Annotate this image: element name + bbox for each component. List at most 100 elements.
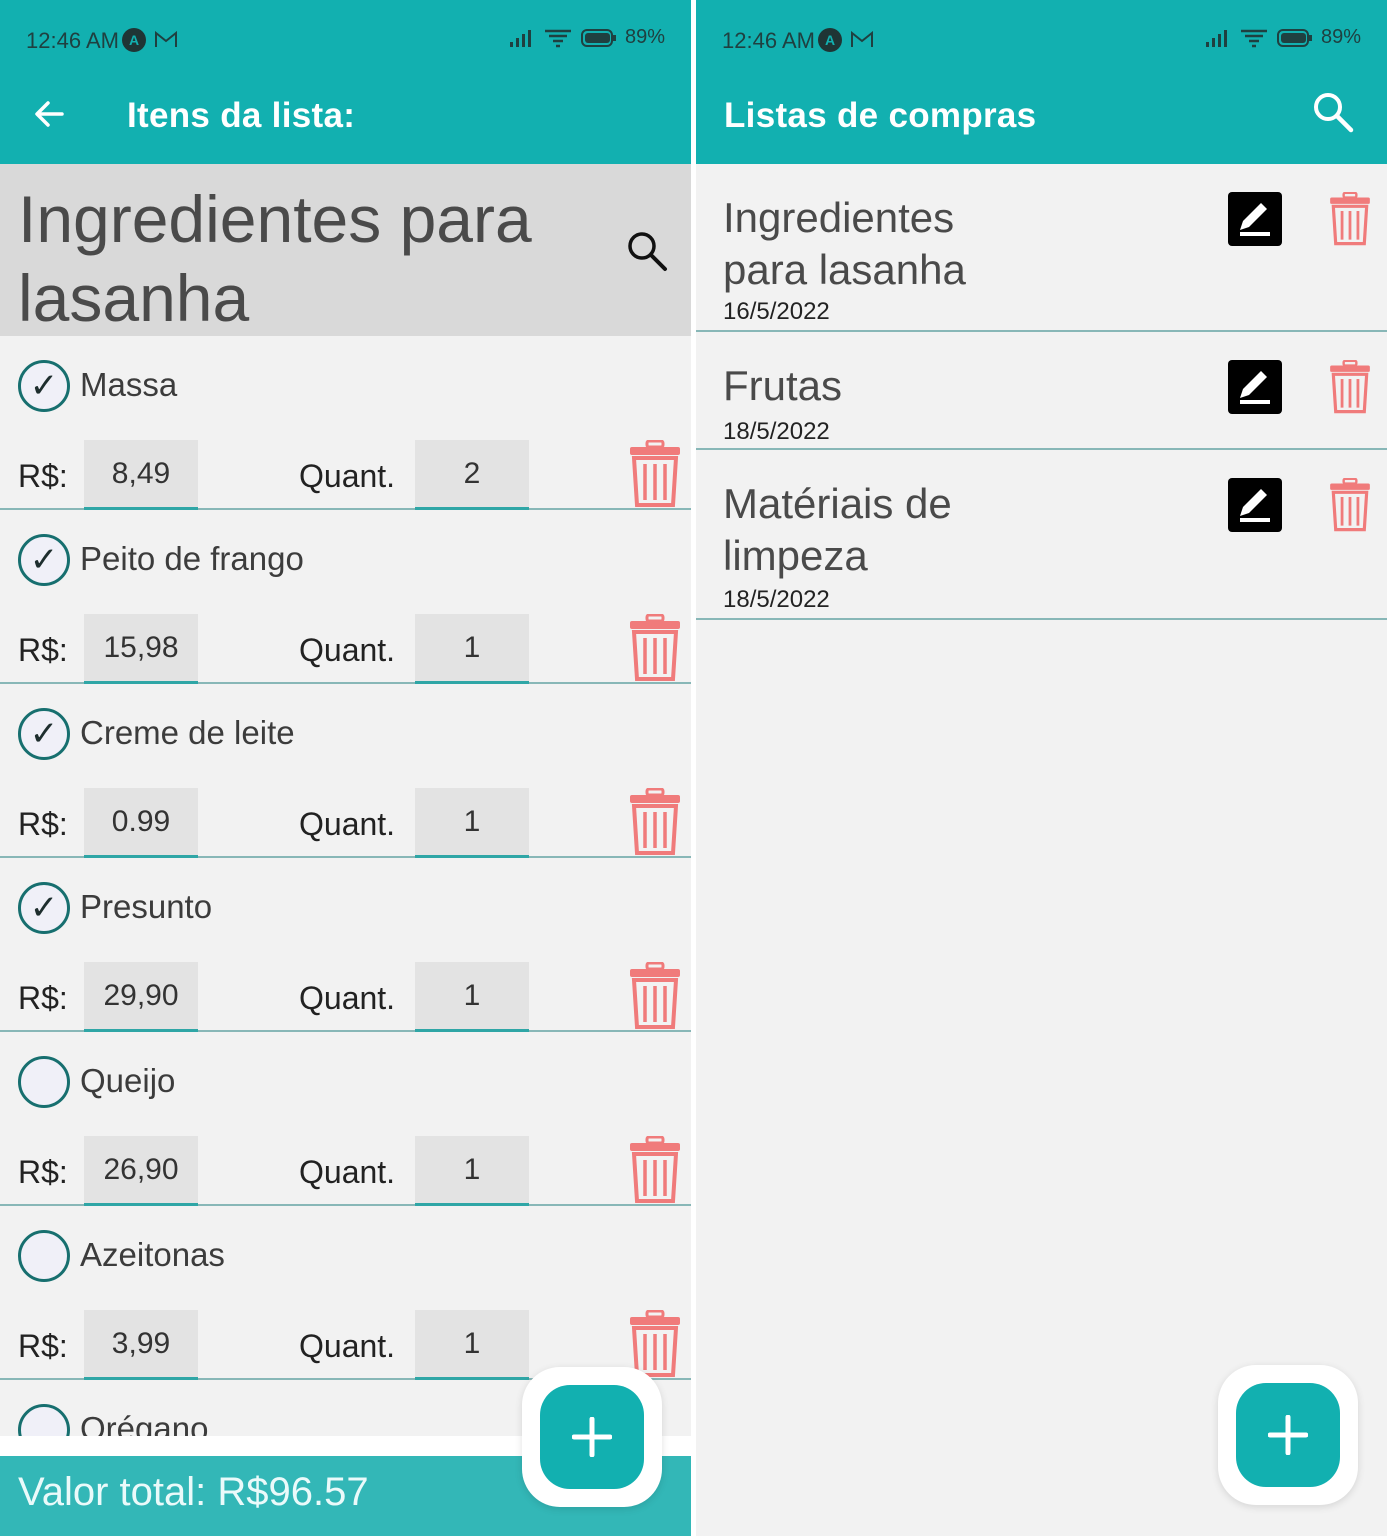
list-name: Frutas (723, 362, 843, 409)
signal-icon (509, 29, 531, 47)
edit-icon (1240, 203, 1270, 236)
wifi-icon (544, 29, 571, 47)
trash-icon (630, 1309, 680, 1377)
wifi-icon (1240, 29, 1267, 47)
trash-icon (630, 961, 680, 1029)
check-toggle[interactable]: ✓ (18, 882, 70, 934)
list-name: Ingredientes para lasanha (723, 194, 966, 293)
item-name: Creme de leite (80, 714, 295, 751)
list-header: Ingredientes para lasanha (0, 164, 691, 336)
check-toggle[interactable] (18, 1230, 70, 1282)
trash-icon (630, 1135, 680, 1203)
app-bar: Itens da lista: (0, 80, 691, 164)
trash-icon (1330, 477, 1370, 532)
delete-list-button[interactable] (1326, 191, 1374, 246)
quantity-label: Quant. (299, 632, 396, 668)
check-icon: ✓ (29, 889, 59, 927)
list-name: Matériais de limpeza (723, 480, 952, 579)
quantity-field[interactable]: 1 (415, 962, 529, 1032)
quantity-field[interactable]: 1 (415, 1136, 529, 1206)
list-item: ✓ Creme de leite R$: 0.99 Quant. 1 (0, 684, 691, 858)
price-field[interactable]: 3,99 (84, 1310, 198, 1380)
add-item-button-wrapper (522, 1367, 662, 1507)
shopping-list-row[interactable]: Frutas 18/5/2022 (696, 332, 1387, 450)
list-item: ✓ Presunto R$: 29,90 Quant. 1 (0, 858, 691, 1032)
battery-icon (580, 28, 616, 47)
item-name: Orégano (80, 1410, 209, 1436)
delete-list-button[interactable] (1326, 477, 1374, 532)
price-field[interactable]: 26,90 (84, 1136, 198, 1206)
plus-icon (572, 1417, 612, 1457)
delete-item-button[interactable] (628, 613, 682, 682)
mail-icon (851, 31, 873, 47)
edit-list-button[interactable] (1228, 192, 1282, 246)
list-items-screen: 12:46 AM A 89% Itens da lista: Ingredien… (0, 0, 691, 1536)
quantity-label: Quant. (299, 1328, 396, 1364)
item-name: Massa (80, 366, 178, 403)
signal-icon (1205, 29, 1227, 47)
add-item-button[interactable] (540, 1385, 644, 1489)
price-label: R$: (18, 458, 68, 494)
check-toggle[interactable]: ✓ (18, 534, 70, 586)
items-list: ✓ Massa R$: 8,49 Quant. 2 ✓ Peito de frango R$: 1… (0, 336, 691, 1436)
check-toggle[interactable] (18, 1056, 70, 1108)
search-icon[interactable] (1311, 90, 1355, 134)
page-title: Itens da lista: (127, 96, 356, 135)
edit-list-button[interactable] (1228, 478, 1282, 532)
trash-icon (630, 787, 680, 855)
shopping-list-row[interactable]: Ingredientes para lasanha 16/5/2022 (696, 164, 1387, 332)
delete-item-button[interactable] (628, 439, 682, 508)
list-date: 18/5/2022 (723, 586, 830, 613)
plus-icon (1268, 1415, 1308, 1455)
quantity-field[interactable]: 1 (415, 788, 529, 858)
app-notification-icon: A (818, 28, 842, 52)
app-notification-icon: A (122, 28, 146, 52)
delete-item-button[interactable] (628, 787, 682, 856)
item-name: Presunto (80, 888, 213, 925)
delete-list-button[interactable] (1326, 359, 1374, 414)
quantity-label: Quant. (299, 458, 396, 494)
price-label: R$: (18, 980, 68, 1016)
quantity-field[interactable]: 1 (415, 614, 529, 684)
delete-item-button[interactable] (628, 1135, 682, 1204)
app-bar: Listas de compras (696, 80, 1387, 164)
price-label: R$: (18, 632, 68, 668)
status-bar: 12:46 AM A 89% (696, 0, 1387, 80)
list-title: Ingredientes para lasanha (18, 182, 532, 335)
page-title: Listas de compras (724, 96, 1037, 135)
delete-item-button[interactable] (628, 1309, 682, 1378)
check-toggle[interactable]: ✓ (18, 708, 70, 760)
price-field[interactable]: 29,90 (84, 962, 198, 1032)
price-field[interactable]: 0.99 (84, 788, 198, 858)
price-label: R$: (18, 1154, 68, 1190)
trash-icon (1330, 359, 1370, 414)
shopping-list-row[interactable]: Matériais de limpeza 18/5/2022 (696, 450, 1387, 620)
status-bar: 12:46 AM A 89% (0, 0, 691, 80)
list-item: Azeitonas R$: 3,99 Quant. 1 (0, 1206, 691, 1380)
check-toggle[interactable]: ✓ (18, 360, 70, 412)
quantity-field[interactable]: 1 (415, 1310, 529, 1380)
quantity-label: Quant. (299, 806, 396, 842)
price-field[interactable]: 8,49 (84, 440, 198, 510)
edit-list-button[interactable] (1228, 360, 1282, 414)
back-arrow-icon[interactable] (32, 96, 68, 132)
price-field[interactable]: 15,98 (84, 614, 198, 684)
list-item: ✓ Peito de frango R$: 15,98 Quant. 1 (0, 510, 691, 684)
battery-icon (1276, 28, 1312, 47)
list-item: ✓ Massa R$: 8,49 Quant. 2 (0, 336, 691, 510)
price-label: R$: (18, 1328, 68, 1364)
search-icon[interactable] (624, 228, 670, 274)
delete-item-button[interactable] (628, 961, 682, 1030)
trash-icon (630, 439, 680, 507)
check-toggle[interactable] (18, 1404, 70, 1436)
list-date: 16/5/2022 (723, 298, 830, 325)
status-time: 12:46 AM (722, 28, 815, 53)
price-label: R$: (18, 806, 68, 842)
trash-icon (630, 613, 680, 681)
add-list-button[interactable] (1236, 1383, 1340, 1487)
trash-icon (1330, 191, 1370, 246)
check-icon: ✓ (29, 715, 59, 753)
list-date: 18/5/2022 (723, 418, 830, 445)
quantity-field[interactable]: 2 (415, 440, 529, 510)
item-name: Peito de frango (80, 540, 304, 577)
